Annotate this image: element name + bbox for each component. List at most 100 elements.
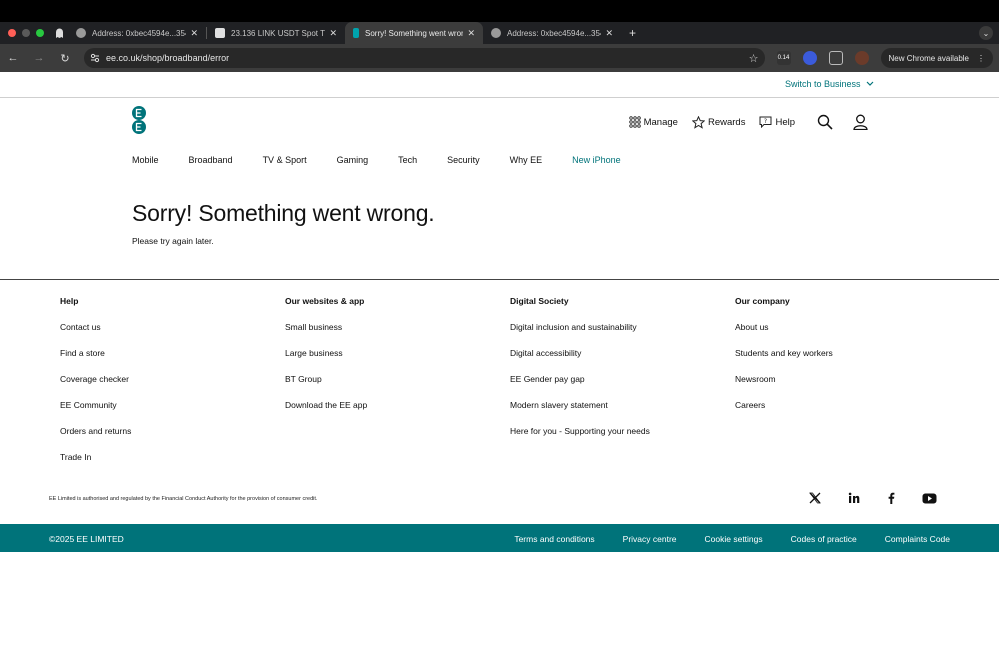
browser-toolbar: ← → ↻ ee.co.uk/shop/broadband/error ☆ 0.…: [0, 44, 999, 72]
footer-link-bt-group[interactable]: BT Group: [285, 374, 510, 384]
rewards-label: Rewards: [707, 116, 746, 128]
tab-close-icon[interactable]: ✕: [605, 28, 613, 39]
kebab-menu-icon[interactable]: ⋮: [977, 54, 985, 63]
browser-tab[interactable]: 23.136 LINK USDT Spot Tradi ✕: [207, 22, 345, 44]
footer-link-gender-pay-gap[interactable]: EE Gender pay gap: [510, 374, 735, 384]
nav-item-mobile[interactable]: Mobile: [132, 155, 159, 165]
footer-link-careers[interactable]: Careers: [735, 400, 960, 410]
help-link[interactable]: ? Help: [759, 116, 795, 128]
screen-top-bar: [0, 0, 999, 22]
new-tab-button[interactable]: +: [629, 26, 636, 40]
address-bar[interactable]: ee.co.uk/shop/broadband/error ☆: [84, 48, 765, 68]
bookmark-star-icon[interactable]: ☆: [749, 52, 759, 65]
new-chrome-available-button[interactable]: New Chrome available ⋮: [880, 48, 993, 68]
grid-icon: [628, 116, 641, 128]
maximize-window-button[interactable]: [36, 29, 44, 37]
tab-search-chevron-icon[interactable]: ⌄: [979, 26, 993, 40]
footer-link-modern-slavery[interactable]: Modern slavery statement: [510, 400, 735, 410]
nav-item-broadband[interactable]: Broadband: [189, 155, 233, 165]
tab-favicon-icon: [491, 28, 501, 38]
pinned-tab[interactable]: [50, 24, 68, 42]
help-chat-icon: ?: [759, 116, 772, 128]
footer-link-contact-us[interactable]: Contact us: [60, 322, 285, 332]
tab-favicon-icon: [215, 28, 225, 38]
tab-close-icon[interactable]: ✕: [467, 28, 475, 39]
footer-link-newsroom[interactable]: Newsroom: [735, 374, 960, 384]
main-nav: Mobile Broadband TV & Sport Gaming Tech …: [132, 155, 651, 165]
footer-link-digital-accessibility[interactable]: Digital accessibility: [510, 348, 735, 358]
extensions-puzzle-icon[interactable]: [828, 51, 843, 65]
footer-column-websites: Our websites & app Small business Large …: [285, 296, 510, 478]
rewards-link[interactable]: Rewards: [691, 115, 746, 129]
browser-tab-active[interactable]: Sorry! Something went wrong ✕: [345, 22, 483, 44]
tab-title: Sorry! Something went wrong: [365, 28, 464, 38]
footer-link-here-for-you[interactable]: Here for you - Supporting your needs: [510, 426, 735, 436]
extension-circle-icon[interactable]: [802, 51, 817, 65]
extension-badge-value: 0.14: [777, 55, 790, 61]
switch-to-business-link[interactable]: Switch to Business: [785, 79, 874, 89]
tab-favicon-icon: [353, 28, 359, 38]
cookie-settings-link[interactable]: Cookie settings: [705, 534, 763, 544]
account-user-icon[interactable]: [853, 114, 868, 130]
browser-tab[interactable]: Address: 0xbec4594e...354f ✕: [483, 22, 621, 44]
ee-logo[interactable]: [131, 106, 147, 139]
minimize-window-button[interactable]: [22, 29, 30, 37]
ghost-icon: [55, 28, 63, 38]
linkedin-icon[interactable]: [848, 492, 860, 504]
manage-link[interactable]: Manage: [628, 116, 678, 128]
site-settings-icon[interactable]: [90, 53, 100, 63]
footer-heading: Help: [60, 296, 79, 306]
tab-title: Address: 0xbec4594e...354f: [507, 28, 602, 38]
nav-item-why-ee[interactable]: Why EE: [510, 155, 543, 165]
facebook-icon[interactable]: [887, 492, 895, 504]
social-links: [809, 492, 937, 504]
business-switch-strip: Switch to Business: [0, 72, 999, 98]
close-window-button[interactable]: [8, 29, 16, 37]
footer-link-coverage-checker[interactable]: Coverage checker: [60, 374, 285, 384]
footer-link-orders-returns[interactable]: Orders and returns: [60, 426, 285, 436]
footer-link-download-app[interactable]: Download the EE app: [285, 400, 510, 410]
bottom-links: Terms and conditions Privacy centre Cook…: [514, 534, 950, 544]
footer-link-digital-inclusion[interactable]: Digital inclusion and sustainability: [510, 322, 735, 332]
footer-link-about-us[interactable]: About us: [735, 322, 960, 332]
footer-link-small-business[interactable]: Small business: [285, 322, 510, 332]
help-label: Help: [775, 116, 795, 128]
forward-arrow-icon[interactable]: →: [32, 52, 46, 64]
tab-close-icon[interactable]: ✕: [329, 28, 337, 39]
nav-item-gaming[interactable]: Gaming: [337, 155, 369, 165]
footer-link-trade-in[interactable]: Trade In: [60, 452, 285, 462]
utility-nav: Manage Rewards ? Help: [628, 114, 868, 130]
footer-heading: Our company: [735, 296, 790, 306]
privacy-centre-link[interactable]: Privacy centre: [623, 534, 677, 544]
footer-link-large-business[interactable]: Large business: [285, 348, 510, 358]
error-title: Sorry! Something went wrong.: [132, 200, 435, 226]
tab-title: Address: 0xbec4594e...354f: [92, 28, 187, 38]
search-icon[interactable]: [817, 114, 833, 130]
complaints-code-link[interactable]: Complaints Code: [885, 534, 950, 544]
star-icon: [691, 115, 705, 129]
copyright: ©2025 EE LIMITED: [49, 534, 124, 544]
x-icon[interactable]: [809, 492, 821, 504]
nav-item-new-iphone[interactable]: New iPhone: [572, 155, 621, 165]
reload-icon[interactable]: ↻: [58, 52, 72, 65]
chevron-down-icon: [866, 81, 873, 86]
back-arrow-icon[interactable]: ←: [6, 52, 20, 64]
footer-link-ee-community[interactable]: EE Community: [60, 400, 285, 410]
tab-close-icon[interactable]: ✕: [190, 28, 198, 39]
switch-label: Switch to Business: [785, 79, 861, 89]
url-text[interactable]: ee.co.uk/shop/broadband/error: [106, 53, 743, 63]
extension-badge-icon[interactable]: 0.14: [776, 51, 791, 65]
footer-heading: Digital Society: [510, 296, 569, 306]
nav-item-tv-sport[interactable]: TV & Sport: [263, 155, 307, 165]
nav-item-security[interactable]: Security: [447, 155, 480, 165]
terms-link[interactable]: Terms and conditions: [514, 534, 594, 544]
codes-of-practice-link[interactable]: Codes of practice: [791, 534, 857, 544]
nav-item-tech[interactable]: Tech: [398, 155, 417, 165]
profile-avatar[interactable]: [854, 51, 869, 65]
svg-text:?: ?: [764, 118, 767, 125]
footer-bottom-bar: ©2025 EE LIMITED Terms and conditions Pr…: [0, 524, 999, 552]
youtube-icon[interactable]: [922, 493, 937, 504]
browser-tab[interactable]: Address: 0xbec4594e...354f ✕: [68, 22, 206, 44]
footer-link-find-a-store[interactable]: Find a store: [60, 348, 285, 358]
footer-link-students-key-workers[interactable]: Students and key workers: [735, 348, 960, 358]
